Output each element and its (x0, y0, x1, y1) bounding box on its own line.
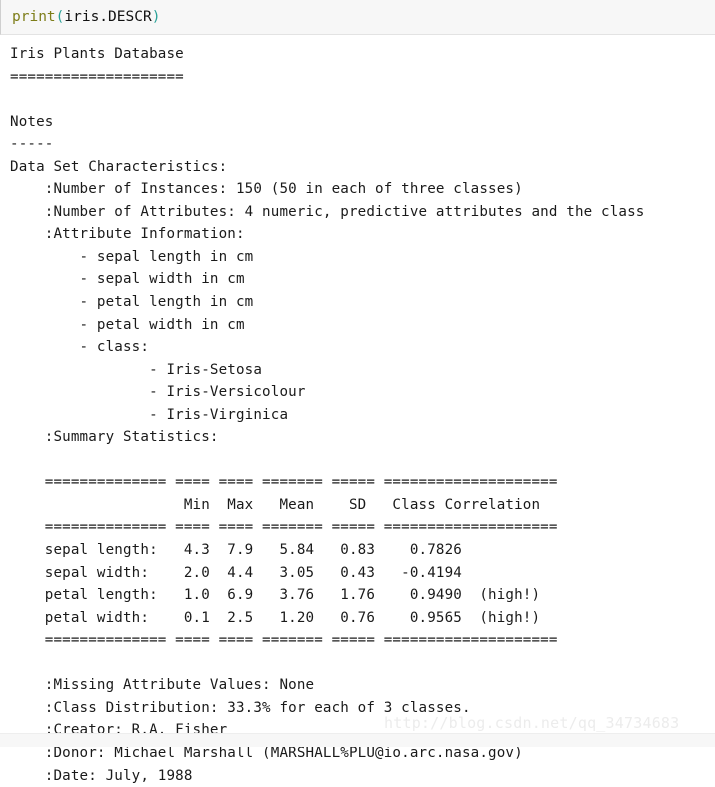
output-attribute-item: - petal length in cm (10, 294, 254, 311)
output-attribute-information-heading: :Attribute Information: (10, 226, 245, 243)
code-token-function: print (12, 9, 56, 25)
output-class-item: - Iris-Virginica (10, 406, 289, 423)
output-characteristics-heading: Data Set Characteristics: (10, 158, 228, 175)
output-number-of-attributes: :Number of Attributes: 4 numeric, predic… (10, 203, 645, 220)
table-row: petal width: 0.1 2.5 1.20 0.76 0.9565 (h… (10, 609, 541, 626)
table-row: sepal length: 4.3 7.9 5.84 0.83 0.7826 (10, 542, 462, 559)
iris-description-text: Iris Plants Database ===================… (10, 43, 645, 787)
code-token-expression: iris.DESCR (64, 9, 152, 25)
output-table-rule-top: ============== ==== ==== ======= ===== =… (10, 474, 558, 491)
output-notes-heading: Notes (10, 113, 54, 130)
output-title: Iris Plants Database (10, 46, 184, 62)
output-attribute-item: - sepal width in cm (10, 271, 245, 288)
code-line[interactable]: print(iris.DESCR) (12, 7, 160, 27)
code-input-cell[interactable]: print(iris.DESCR) (0, 0, 715, 35)
output-table-rule-mid: ============== ==== ==== ======= ===== =… (10, 519, 558, 536)
output-title-rule: ==================== (10, 68, 184, 85)
output-missing-attribute-values: :Missing Attribute Values: None (10, 677, 315, 694)
output-attribute-item: - sepal length in cm (10, 248, 254, 265)
output-summary-statistics-heading: :Summary Statistics: (10, 429, 219, 446)
output-table-header: Min Max Mean SD Class Correlation (10, 496, 541, 513)
bottom-band (0, 733, 715, 747)
output-notes-rule: ----- (10, 136, 54, 153)
table-row: sepal width: 2.0 4.4 3.05 0.43 -0.4194 (10, 564, 462, 581)
output-attribute-item: - petal width in cm (10, 316, 245, 333)
output-attribute-item: - class: (10, 339, 150, 356)
cell-output-area: Iris Plants Database ===================… (0, 36, 715, 784)
output-date: :Date: July, 1988 (10, 767, 193, 784)
output-class-item: - Iris-Setosa (10, 361, 263, 378)
table-row: petal length: 1.0 6.9 3.76 1.76 0.9490 (… (10, 587, 541, 604)
output-number-of-instances: :Number of Instances: 150 (50 in each of… (10, 181, 523, 198)
csdn-watermark: http://blog.csdn.net/qq_34734683 (384, 714, 680, 732)
output-table-rule-bottom: ============== ==== ==== ======= ===== =… (10, 632, 558, 649)
output-donor: :Donor: Michael Marshall (MARSHALL%PLU@i… (10, 744, 523, 761)
output-class-item: - Iris-Versicolour (10, 384, 306, 401)
code-token-close-paren: ) (151, 9, 161, 25)
